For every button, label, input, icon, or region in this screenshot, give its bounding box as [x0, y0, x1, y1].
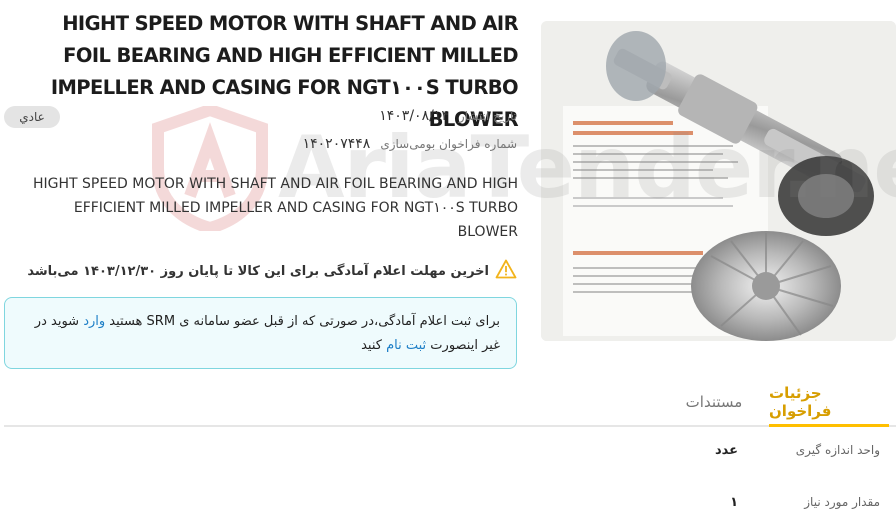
info-text-1: برای ثبت اعلام آمادگی،در صورتی که از قبل… — [105, 314, 500, 329]
detail-row-quantity: مقدار مورد نیاز ۱ — [10, 490, 880, 514]
detail-row-unit: واحد اندازه گیری عدد — [10, 438, 880, 462]
product-image — [541, 21, 896, 341]
tabs-bar: جزئیات فراخوان مستندات — [4, 379, 896, 427]
detail-label: مقدار مورد نیاز — [804, 495, 880, 509]
deadline-notice: اخرین مهلت اعلام آمادگی برای این کالا تا… — [27, 259, 517, 283]
publish-date-row: تاریخ انتشار ۱۴۰۳/۰۸/۱۴ — [379, 106, 517, 126]
register-link[interactable]: ثبت نام — [386, 338, 426, 353]
registration-info-box: برای ثبت اعلام آمادگی،در صورتی که از قبل… — [4, 297, 517, 369]
detail-value: عدد — [714, 442, 738, 458]
publish-date-value: ۱۴۰۳/۰۸/۱۴ — [379, 108, 449, 124]
tender-detail-page: AriaTender.neT HIGHT SPEED MOTOR WITH SH… — [0, 0, 896, 528]
status-badge: عادي — [4, 106, 60, 128]
tender-description: HIGHT SPEED MOTOR WITH SHAFT AND AIR FOI… — [32, 176, 518, 240]
deadline-text: اخرین مهلت اعلام آمادگی برای این کالا تا… — [27, 263, 489, 279]
local-number-label: شماره فراخوان بومی‌سازی — [380, 137, 517, 151]
local-number-value: ۱۴۰۲۰۷۴۴۸ — [302, 136, 371, 152]
warning-triangle-icon — [495, 259, 517, 283]
publish-date-label: تاریخ انتشار — [458, 109, 517, 123]
tab-documents[interactable]: مستندات — [664, 379, 764, 425]
product-image-graphic — [541, 21, 896, 341]
detail-label: واحد اندازه گیری — [795, 443, 880, 457]
tab-tender-details[interactable]: جزئیات فراخوان — [769, 379, 889, 427]
local-number-row: شماره فراخوان بومی‌سازی ۱۴۰۲۰۷۴۴۸ — [303, 134, 517, 154]
info-text-3: کنید — [361, 338, 387, 353]
detail-value: ۱ — [730, 494, 738, 510]
login-link[interactable]: وارد — [83, 314, 105, 329]
